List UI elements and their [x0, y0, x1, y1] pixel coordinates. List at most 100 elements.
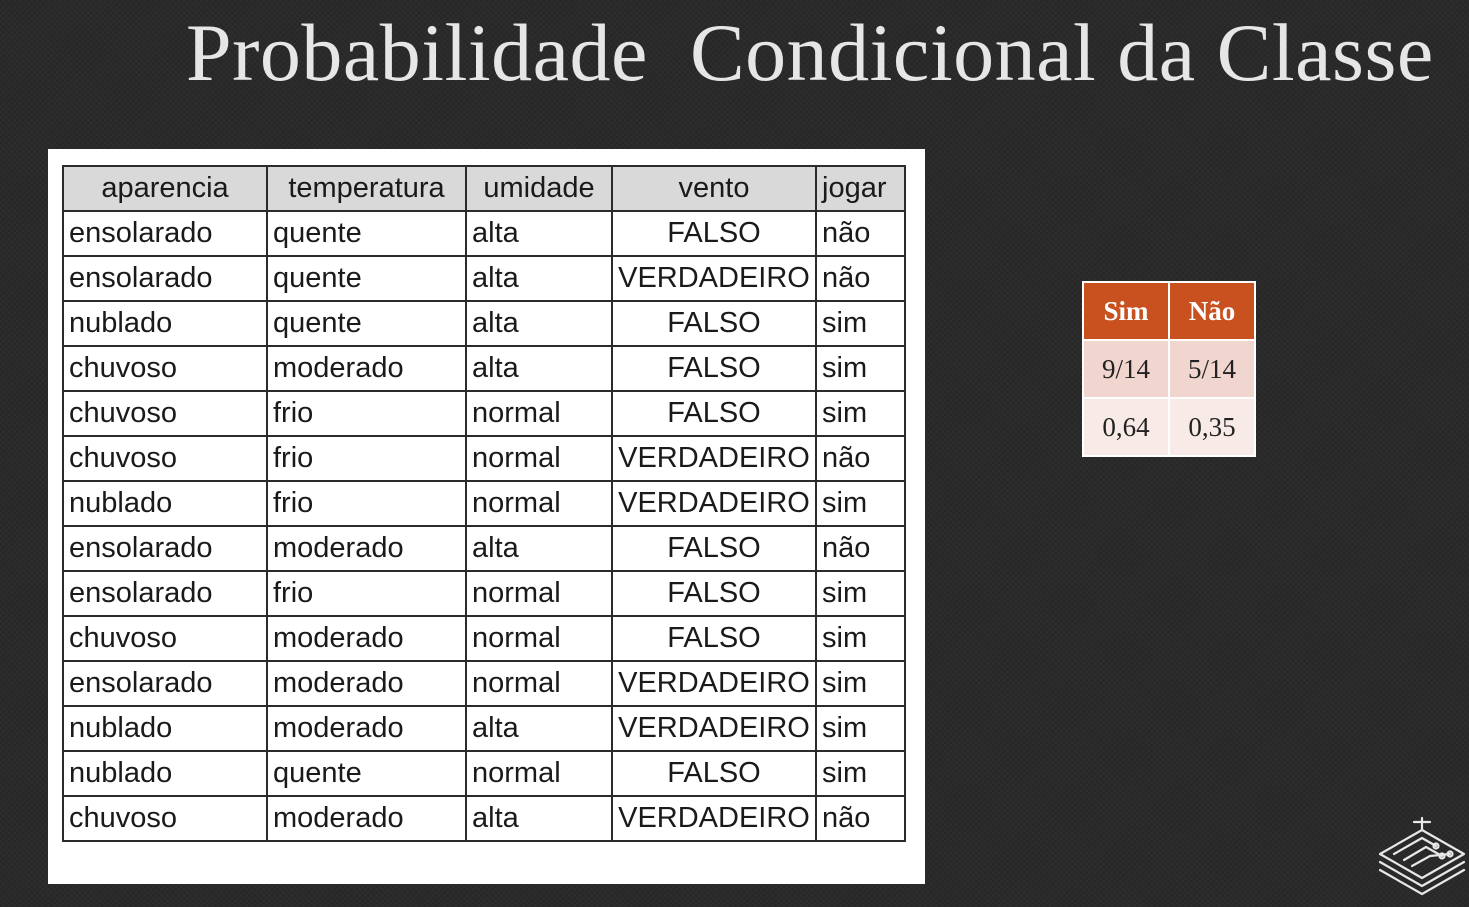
- table-row: nublado quente alta FALSO sim: [62, 300, 906, 347]
- cell-vento: FALSO: [611, 390, 817, 437]
- cell-vento: FALSO: [611, 300, 817, 347]
- cell-umidade: alta: [465, 705, 613, 752]
- cell-umidade: alta: [465, 300, 613, 347]
- prob-header-row: Sim Não: [1082, 281, 1256, 341]
- cell-vento: FALSO: [611, 210, 817, 257]
- cell-vento: VERDADEIRO: [611, 480, 817, 527]
- cell-temperatura: moderado: [266, 705, 467, 752]
- cell-temperatura: moderado: [266, 615, 467, 662]
- cell-jogar: sim: [815, 705, 906, 752]
- cell-aparencia: nublado: [62, 750, 268, 797]
- prob-decimal-nao: 0,35: [1168, 397, 1256, 457]
- cell-aparencia: nublado: [62, 480, 268, 527]
- cell-temperatura: frio: [266, 435, 467, 482]
- cell-jogar: sim: [815, 345, 906, 392]
- column-header-umidade: umidade: [465, 165, 613, 212]
- cell-aparencia: chuvoso: [62, 435, 268, 482]
- cell-temperatura: frio: [266, 480, 467, 527]
- cell-temperatura: quente: [266, 750, 467, 797]
- cell-jogar: sim: [815, 615, 906, 662]
- cell-umidade: alta: [465, 525, 613, 572]
- cell-temperatura: moderado: [266, 525, 467, 572]
- cell-umidade: alta: [465, 210, 613, 257]
- column-header-jogar: jogar: [815, 165, 906, 212]
- cell-temperatura: quente: [266, 300, 467, 347]
- cell-temperatura: quente: [266, 210, 467, 257]
- table-header-row: aparencia temperatura umidade vento joga…: [62, 165, 906, 212]
- cell-temperatura: frio: [266, 570, 467, 617]
- table-row: chuvoso moderado normal FALSO sim: [62, 615, 906, 662]
- prob-decimal-sim: 0,64: [1082, 397, 1170, 457]
- data-table-panel: aparencia temperatura umidade vento joga…: [48, 149, 925, 884]
- cell-vento: VERDADEIRO: [611, 795, 817, 842]
- cell-vento: FALSO: [611, 570, 817, 617]
- cell-temperatura: moderado: [266, 660, 467, 707]
- cell-jogar: não: [815, 795, 906, 842]
- prob-fraction-row: 9/14 5/14: [1082, 339, 1256, 399]
- prob-fraction-nao: 5/14: [1168, 339, 1256, 399]
- cell-umidade: normal: [465, 570, 613, 617]
- slide-title: Probabilidade Condicional da Classe: [186, 7, 1434, 98]
- cell-aparencia: ensolarado: [62, 210, 268, 257]
- cell-vento: VERDADEIRO: [611, 705, 817, 752]
- prob-fraction-sim: 9/14: [1082, 339, 1170, 399]
- cell-vento: FALSO: [611, 525, 817, 572]
- cell-jogar: não: [815, 210, 906, 257]
- cell-umidade: alta: [465, 255, 613, 302]
- column-header-vento: vento: [611, 165, 817, 212]
- prob-decimal-row: 0,64 0,35: [1082, 397, 1256, 457]
- cell-vento: FALSO: [611, 345, 817, 392]
- prob-header-nao: Não: [1168, 281, 1256, 341]
- class-probability-table: Sim Não 9/14 5/14 0,64 0,35: [1082, 281, 1256, 457]
- cell-umidade: normal: [465, 615, 613, 662]
- cell-vento: FALSO: [611, 750, 817, 797]
- cell-aparencia: ensolarado: [62, 525, 268, 572]
- cell-aparencia: ensolarado: [62, 255, 268, 302]
- cell-aparencia: ensolarado: [62, 570, 268, 617]
- cell-jogar: sim: [815, 660, 906, 707]
- table-row: ensolarado quente alta FALSO não: [62, 210, 906, 257]
- column-header-temperatura: temperatura: [266, 165, 467, 212]
- cell-aparencia: ensolarado: [62, 660, 268, 707]
- cell-aparencia: chuvoso: [62, 345, 268, 392]
- column-header-aparencia: aparencia: [62, 165, 268, 212]
- table-row: ensolarado moderado alta FALSO não: [62, 525, 906, 572]
- cell-umidade: normal: [465, 390, 613, 437]
- cell-temperatura: frio: [266, 390, 467, 437]
- cell-umidade: normal: [465, 750, 613, 797]
- table-row: nublado quente normal FALSO sim: [62, 750, 906, 797]
- cell-vento: VERDADEIRO: [611, 660, 817, 707]
- table-row: ensolarado moderado normal VERDADEIRO sim: [62, 660, 906, 707]
- weather-data-table: aparencia temperatura umidade vento joga…: [62, 165, 906, 842]
- cell-jogar: não: [815, 525, 906, 572]
- cell-jogar: sim: [815, 570, 906, 617]
- cell-jogar: sim: [815, 300, 906, 347]
- table-row: nublado moderado alta VERDADEIRO sim: [62, 705, 906, 752]
- cell-vento: VERDADEIRO: [611, 435, 817, 482]
- cell-aparencia: chuvoso: [62, 390, 268, 437]
- prob-header-sim: Sim: [1082, 281, 1170, 341]
- cell-temperatura: quente: [266, 255, 467, 302]
- cell-umidade: alta: [465, 345, 613, 392]
- table-row: chuvoso frio normal FALSO sim: [62, 390, 906, 437]
- table-row: chuvoso frio normal VERDADEIRO não: [62, 435, 906, 482]
- cell-jogar: sim: [815, 480, 906, 527]
- cell-umidade: normal: [465, 480, 613, 527]
- cell-umidade: alta: [465, 795, 613, 842]
- cell-jogar: não: [815, 435, 906, 482]
- cell-temperatura: moderado: [266, 795, 467, 842]
- cell-umidade: normal: [465, 435, 613, 482]
- table-row: chuvoso moderado alta FALSO sim: [62, 345, 906, 392]
- cell-aparencia: chuvoso: [62, 795, 268, 842]
- cell-jogar: sim: [815, 390, 906, 437]
- cell-vento: VERDADEIRO: [611, 255, 817, 302]
- table-row: chuvoso moderado alta VERDADEIRO não: [62, 795, 906, 842]
- cell-jogar: sim: [815, 750, 906, 797]
- circuit-book-icon: [1376, 816, 1468, 902]
- cell-aparencia: nublado: [62, 300, 268, 347]
- table-body: ensolarado quente alta FALSO não ensolarado qu…: [62, 210, 906, 842]
- table-row: ensolarado frio normal FALSO sim: [62, 570, 906, 617]
- table-row: ensolarado quente alta VERDADEIRO não: [62, 255, 906, 302]
- cell-jogar: não: [815, 255, 906, 302]
- cell-umidade: normal: [465, 660, 613, 707]
